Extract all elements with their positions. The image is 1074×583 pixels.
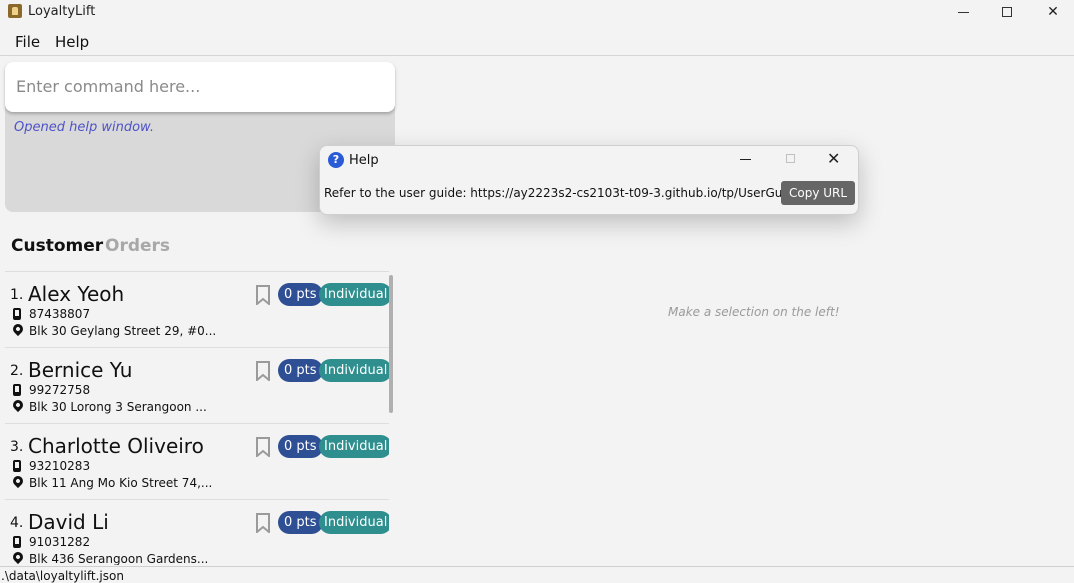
data-file-path: .\data\loyaltylift.json bbox=[1, 569, 124, 583]
menu-file[interactable]: File bbox=[15, 33, 40, 51]
points-badge: 0 pts bbox=[278, 359, 323, 382]
location-pin-icon bbox=[10, 397, 26, 413]
help-maximize-button[interactable] bbox=[786, 154, 795, 163]
customer-index: 1. bbox=[10, 287, 24, 303]
menu-bar: File Help bbox=[0, 28, 1074, 56]
command-input[interactable] bbox=[16, 77, 376, 96]
points-badge: 0 pts bbox=[278, 511, 323, 534]
customer-address: Blk 11 Ang Mo Kio Street 74,... bbox=[29, 476, 213, 490]
customer-card[interactable]: 1. Alex Yeoh 87438807 Blk 30 Geylang Str… bbox=[5, 272, 389, 348]
customer-name: Alex Yeoh bbox=[28, 282, 125, 306]
bookmark-icon[interactable] bbox=[255, 513, 271, 533]
customer-phone: 93210283 bbox=[29, 459, 91, 473]
help-question-icon: ? bbox=[328, 152, 344, 168]
help-message: Refer to the user guide: https://ay2223s… bbox=[324, 186, 832, 200]
customer-phone: 91031282 bbox=[29, 535, 91, 549]
customer-card[interactable]: 2. Bernice Yu 99272758 Blk 30 Lorong 3 S… bbox=[5, 348, 389, 424]
location-pin-icon bbox=[10, 321, 26, 337]
customer-index: 3. bbox=[10, 439, 24, 455]
customer-index: 4. bbox=[10, 515, 24, 531]
phone-icon bbox=[13, 460, 21, 472]
customer-type-badge: Individual bbox=[319, 435, 389, 458]
customer-card[interactable]: 3. Charlotte Oliveiro 93210283 Blk 11 An… bbox=[5, 424, 389, 500]
help-minimize-button[interactable] bbox=[740, 159, 751, 160]
help-close-button[interactable]: ✕ bbox=[827, 149, 840, 168]
tab-orders[interactable]: Orders bbox=[105, 236, 170, 256]
status-bar: .\data\loyaltylift.json bbox=[0, 566, 1074, 583]
customer-type-badge: Individual bbox=[319, 283, 389, 306]
window-title: LoyaltyLift bbox=[28, 4, 96, 19]
menu-help[interactable]: Help bbox=[55, 33, 89, 51]
bookmark-icon[interactable] bbox=[255, 361, 271, 381]
app-logo-icon bbox=[8, 4, 22, 18]
location-pin-icon bbox=[10, 549, 26, 565]
customer-name: Bernice Yu bbox=[28, 358, 133, 382]
help-dialog-title: Help bbox=[349, 153, 379, 168]
customer-type-badge: Individual bbox=[319, 359, 389, 382]
minimize-button[interactable] bbox=[940, 0, 986, 24]
maximize-button[interactable] bbox=[984, 0, 1030, 24]
detail-placeholder: Make a selection on the left! bbox=[668, 305, 840, 319]
phone-icon bbox=[13, 536, 21, 548]
phone-icon bbox=[13, 384, 21, 396]
customer-name: David Li bbox=[28, 510, 109, 534]
maximize-icon bbox=[1002, 7, 1012, 17]
customer-type-badge: Individual bbox=[319, 511, 389, 534]
phone-icon bbox=[13, 308, 21, 320]
location-pin-icon bbox=[10, 473, 26, 489]
customer-address: Blk 436 Serangoon Gardens... bbox=[29, 552, 209, 565]
customer-index: 2. bbox=[10, 363, 24, 379]
close-icon: ✕ bbox=[1047, 4, 1059, 20]
points-badge: 0 pts bbox=[278, 435, 323, 458]
customer-list: 1. Alex Yeoh 87438807 Blk 30 Geylang Str… bbox=[5, 271, 389, 565]
tab-customer[interactable]: Customer bbox=[11, 236, 103, 256]
help-dialog: ? Help ✕ Refer to the user guide: https:… bbox=[319, 145, 859, 215]
close-button[interactable]: ✕ bbox=[1030, 0, 1074, 24]
result-message: Opened help window. bbox=[14, 120, 154, 135]
minimize-icon bbox=[957, 11, 969, 13]
customer-address: Blk 30 Lorong 3 Serangoon ... bbox=[29, 400, 207, 414]
bookmark-icon[interactable] bbox=[255, 285, 271, 305]
customer-address: Blk 30 Geylang Street 29, #0... bbox=[29, 324, 217, 338]
title-bar: LoyaltyLift ✕ bbox=[0, 0, 1074, 24]
copy-url-button[interactable]: Copy URL bbox=[781, 181, 856, 205]
list-scrollbar[interactable] bbox=[389, 275, 393, 413]
customer-name: Charlotte Oliveiro bbox=[28, 434, 204, 458]
command-box[interactable] bbox=[5, 62, 395, 112]
customer-phone: 87438807 bbox=[29, 307, 91, 321]
customer-card[interactable]: 4. David Li 91031282 Blk 436 Serangoon G… bbox=[5, 500, 389, 565]
bookmark-icon[interactable] bbox=[255, 437, 271, 457]
points-badge: 0 pts bbox=[278, 283, 323, 306]
customer-phone: 99272758 bbox=[29, 383, 91, 397]
